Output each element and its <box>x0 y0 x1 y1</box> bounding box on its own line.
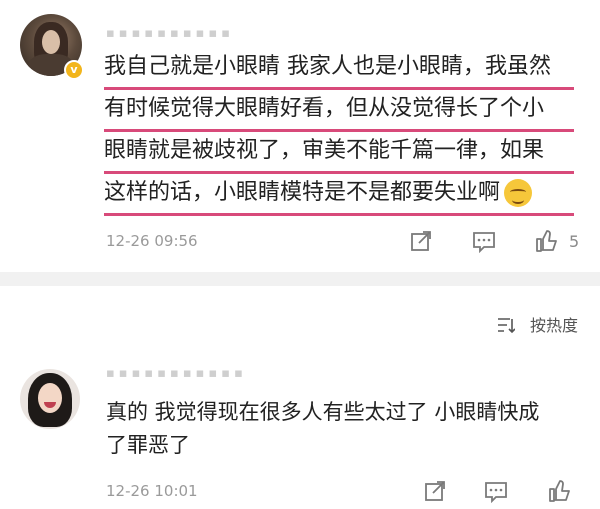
comment-timestamp: 12-26 09:56 <box>106 232 198 250</box>
section-divider <box>0 272 600 286</box>
avatar-face <box>38 383 62 413</box>
comment-timestamp: 12-26 10:01 <box>106 482 198 500</box>
share-icon[interactable] <box>409 229 433 253</box>
like-count: 5 <box>569 232 580 251</box>
verified-badge-icon: v <box>64 60 84 80</box>
comment-text: 真的 我觉得现在很多人有些太过了 小眼睛快成 了罪恶了 <box>106 396 576 462</box>
blurred-username[interactable]: ▪▪▪▪▪▪▪▪▪▪▪ <box>106 366 256 380</box>
avatar[interactable] <box>20 369 80 429</box>
comment-line: 真的 我觉得现在很多人有些太过了 小眼睛快成 <box>106 400 540 424</box>
comment-line: 我自己就是小眼睛 我家人也是小眼睛，我虽然 <box>104 48 574 90</box>
sort-by-heat-button[interactable]: 按热度 <box>530 312 578 336</box>
blurred-username[interactable]: ▪▪▪▪▪▪▪▪▪▪ <box>106 26 246 40</box>
comment-text: 我自己就是小眼睛 我家人也是小眼睛，我虽然 有时候觉得大眼睛好看，但从没觉得长了… <box>104 48 574 216</box>
comment-line: 有时候觉得大眼睛好看，但从没觉得长了个小 <box>104 90 574 132</box>
comment-line: 眼睛就是被歧视了，审美不能千篇一律，如果 <box>104 132 574 174</box>
comment-line-last: 这样的话，小眼睛模特是不是都要失业啊 <box>104 174 574 216</box>
comment-icon[interactable] <box>484 479 508 503</box>
emoji-sweat-icon <box>504 179 533 207</box>
sort-icon[interactable] <box>497 316 515 334</box>
comment-line: 了罪恶了 <box>106 433 190 457</box>
comment-line-text: 这样的话，小眼睛模特是不是都要失业啊 <box>104 180 501 205</box>
like-icon[interactable] <box>535 229 559 253</box>
share-icon[interactable] <box>423 479 447 503</box>
like-icon[interactable] <box>548 479 572 503</box>
avatar-face <box>42 30 60 54</box>
comment-icon[interactable] <box>472 229 496 253</box>
